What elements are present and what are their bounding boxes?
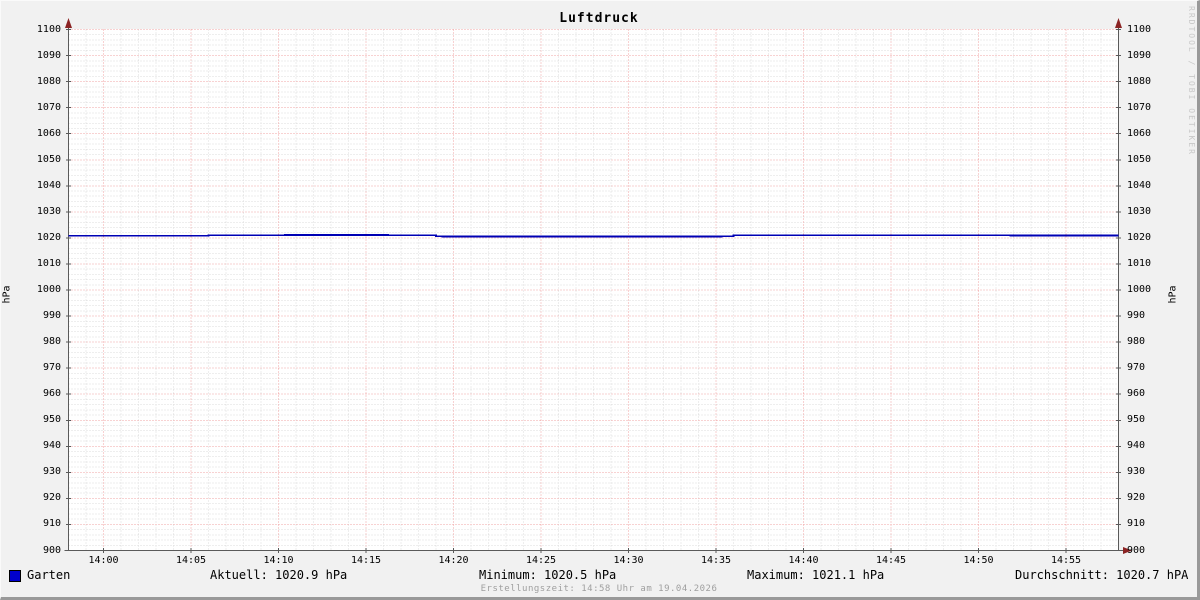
plot-area bbox=[1, 1, 1200, 600]
stat-aktuell: Aktuell: 1020.9 hPa bbox=[210, 568, 347, 582]
y-tick-label: 910 bbox=[1127, 518, 1167, 530]
y-tick-label: 1050 bbox=[1127, 154, 1167, 166]
x-tick-label: 14:25 bbox=[511, 555, 571, 567]
x-tick-label: 14:10 bbox=[249, 555, 309, 567]
y-tick-label: 980 bbox=[1127, 336, 1167, 348]
y-tick-label: 1100 bbox=[23, 24, 61, 36]
rrdtool-graph: Luftdruck RRDTOOL / TOBI OETIKER hPa hPa… bbox=[0, 0, 1200, 600]
x-tick-label: 14:55 bbox=[1036, 555, 1096, 567]
y-tick-label: 990 bbox=[1127, 310, 1167, 322]
y-tick-label: 910 bbox=[23, 518, 61, 530]
y-tick-label: 1010 bbox=[1127, 258, 1167, 270]
rrdtool-watermark: RRDTOOL / TOBI OETIKER bbox=[1187, 6, 1196, 156]
y-tick-label: 920 bbox=[23, 492, 61, 504]
y-tick-label: 1090 bbox=[23, 50, 61, 62]
stat-maximum: Maximum: 1021.1 hPa bbox=[747, 568, 884, 582]
y-tick-label: 1100 bbox=[1127, 24, 1167, 36]
chart-title: Luftdruck bbox=[1, 11, 1197, 26]
y-tick-label: 1090 bbox=[1127, 50, 1167, 62]
y-tick-label: 1000 bbox=[23, 284, 61, 296]
y-tick-label: 1060 bbox=[23, 128, 61, 140]
y-tick-label: 950 bbox=[23, 414, 61, 426]
x-tick-label: 14:35 bbox=[686, 555, 746, 567]
y-tick-label: 1070 bbox=[1127, 102, 1167, 114]
y-tick-label: 1000 bbox=[1127, 284, 1167, 296]
y-tick-label: 970 bbox=[23, 362, 61, 374]
y-tick-label: 1020 bbox=[1127, 232, 1167, 244]
x-tick-label: 14:40 bbox=[774, 555, 834, 567]
creation-timestamp: Erstellungszeit: 14:58 Uhr am 19.04.2026 bbox=[1, 584, 1197, 594]
x-tick-label: 14:45 bbox=[861, 555, 921, 567]
y-tick-label: 1070 bbox=[23, 102, 61, 114]
x-tick-label: 14:20 bbox=[424, 555, 484, 567]
legend-swatch-garten bbox=[9, 570, 21, 582]
stat-durchschnitt: Durchschnitt: 1020.7 hPA bbox=[1015, 568, 1188, 582]
y-tick-label: 1030 bbox=[1127, 206, 1167, 218]
y-tick-label: 970 bbox=[1127, 362, 1167, 374]
y-tick-label: 960 bbox=[23, 388, 61, 400]
y-tick-label: 1080 bbox=[1127, 76, 1167, 88]
y-tick-label: 1030 bbox=[23, 206, 61, 218]
y-axis-unit-left: hPa bbox=[2, 285, 13, 303]
y-tick-label: 990 bbox=[23, 310, 61, 322]
y-tick-label: 900 bbox=[23, 545, 61, 557]
y-tick-label: 960 bbox=[1127, 388, 1167, 400]
x-tick-label: 14:15 bbox=[336, 555, 396, 567]
y-tick-label: 1020 bbox=[23, 232, 61, 244]
y-tick-label: 950 bbox=[1127, 414, 1167, 426]
y-tick-label: 920 bbox=[1127, 492, 1167, 504]
y-tick-label: 1040 bbox=[23, 180, 61, 192]
y-tick-label: 980 bbox=[23, 336, 61, 348]
y-tick-label: 930 bbox=[1127, 466, 1167, 478]
y-tick-label: 900 bbox=[1127, 545, 1167, 557]
y-tick-label: 1060 bbox=[1127, 128, 1167, 140]
stat-minimum: Minimum: 1020.5 hPa bbox=[479, 568, 616, 582]
y-tick-label: 930 bbox=[23, 466, 61, 478]
y-tick-label: 1050 bbox=[23, 154, 61, 166]
y-tick-label: 940 bbox=[1127, 440, 1167, 452]
y-tick-label: 1010 bbox=[23, 258, 61, 270]
y-axis-unit-right: hPa bbox=[1168, 285, 1179, 303]
x-tick-label: 14:05 bbox=[161, 555, 221, 567]
y-tick-label: 1040 bbox=[1127, 180, 1167, 192]
x-tick-label: 14:30 bbox=[599, 555, 659, 567]
legend-series-label: Garten bbox=[27, 568, 70, 582]
x-tick-label: 14:50 bbox=[949, 555, 1009, 567]
x-tick-label: 14:00 bbox=[74, 555, 134, 567]
y-tick-label: 940 bbox=[23, 440, 61, 452]
y-tick-label: 1080 bbox=[23, 76, 61, 88]
